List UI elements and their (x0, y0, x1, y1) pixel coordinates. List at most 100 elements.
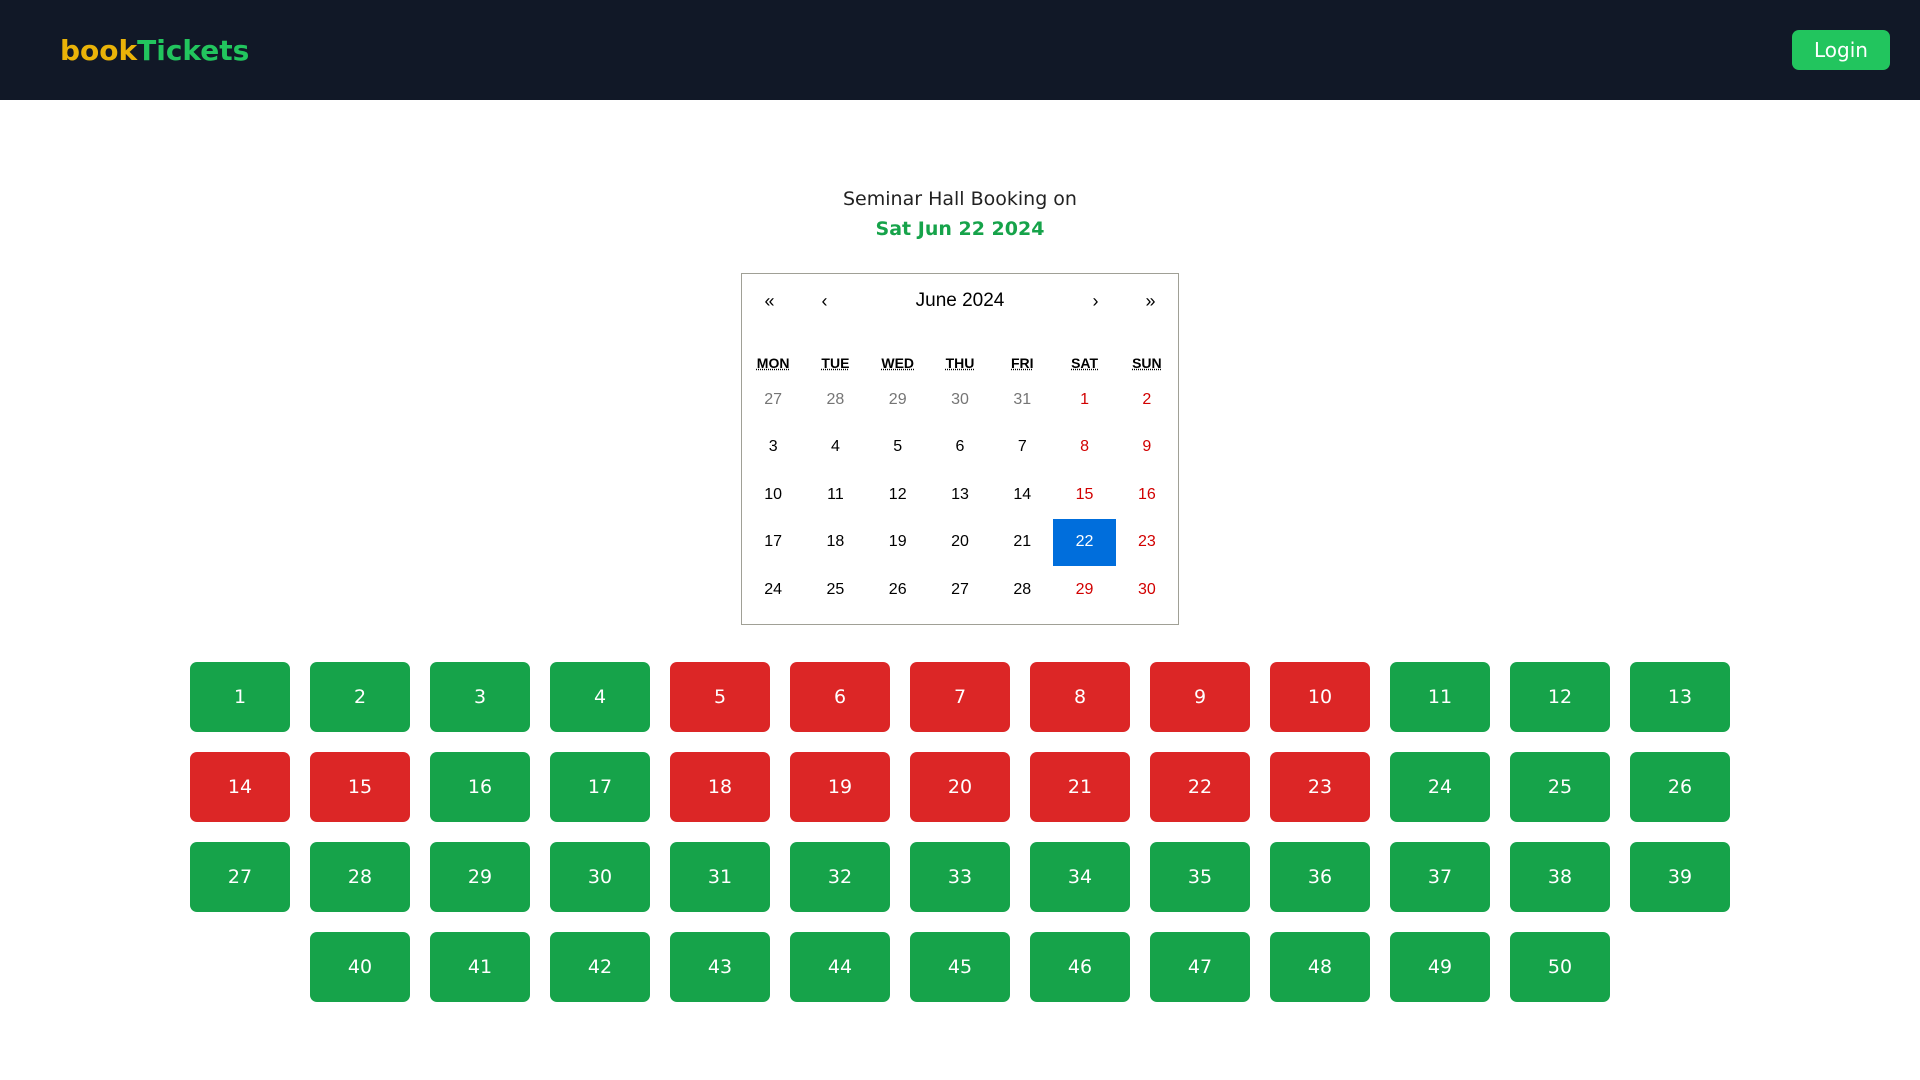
seat-button-booked[interactable]: 23 (1270, 752, 1370, 822)
calendar-day[interactable]: 30 (929, 376, 991, 424)
calendar-day[interactable]: 31 (991, 376, 1053, 424)
seat-button-available[interactable]: 41 (430, 932, 530, 1002)
seat-button-available[interactable]: 27 (190, 842, 290, 912)
weekday-label: MON (756, 355, 790, 371)
calendar-month-label[interactable]: June 2024 (852, 290, 1068, 312)
seat-button-available[interactable]: 17 (550, 752, 650, 822)
seat-button-available[interactable]: 2 (310, 662, 410, 732)
calendar-day[interactable]: 23 (1116, 519, 1178, 567)
seat-button-available[interactable]: 42 (550, 932, 650, 1002)
seat-button-booked[interactable]: 18 (670, 752, 770, 822)
calendar-day[interactable]: 29 (1053, 566, 1115, 614)
seat-button-available[interactable]: 4 (550, 662, 650, 732)
seat-button-available[interactable]: 1 (190, 662, 290, 732)
seat-button-available[interactable]: 26 (1630, 752, 1730, 822)
weekday-label: SAT (1071, 355, 1099, 371)
calendar-day[interactable]: 5 (867, 424, 929, 472)
seat-button-available[interactable]: 28 (310, 842, 410, 912)
seat-button-available[interactable]: 38 (1510, 842, 1610, 912)
seat-button-available[interactable]: 29 (430, 842, 530, 912)
seat-button-available[interactable]: 46 (1030, 932, 1130, 1002)
calendar-day[interactable]: 7 (991, 424, 1053, 472)
seat-button-booked[interactable]: 14 (190, 752, 290, 822)
calendar-day[interactable]: 20 (929, 519, 991, 567)
seat-button-available[interactable]: 48 (1270, 932, 1370, 1002)
booking-heading: Seminar Hall Booking on Sat Jun 22 2024 (0, 184, 1920, 244)
calendar-day[interactable]: 15 (1053, 471, 1115, 519)
seat-button-booked[interactable]: 20 (910, 752, 1010, 822)
seat-button-booked[interactable]: 15 (310, 752, 410, 822)
seat-button-available[interactable]: 34 (1030, 842, 1130, 912)
seat-button-available[interactable]: 36 (1270, 842, 1370, 912)
seat-button-booked[interactable]: 21 (1030, 752, 1130, 822)
seat-button-available[interactable]: 47 (1150, 932, 1250, 1002)
seat-button-available[interactable]: 50 (1510, 932, 1610, 1002)
prev-month-button[interactable]: ‹ (797, 291, 852, 312)
navbar: bookTickets Login (0, 0, 1920, 100)
login-button[interactable]: Login (1792, 30, 1890, 70)
seat-button-booked[interactable]: 9 (1150, 662, 1250, 732)
calendar-day-selected[interactable]: 22 (1053, 518, 1116, 566)
seat-button-available[interactable]: 12 (1510, 662, 1610, 732)
seat-button-available[interactable]: 24 (1390, 752, 1490, 822)
weekday-label: TUE (821, 355, 850, 371)
calendar-day[interactable]: 9 (1116, 424, 1178, 472)
seat-button-available[interactable]: 32 (790, 842, 890, 912)
seat-button-available[interactable]: 40 (310, 932, 410, 1002)
calendar-day[interactable]: 13 (929, 471, 991, 519)
seat-button-available[interactable]: 49 (1390, 932, 1490, 1002)
next-year-button[interactable]: » (1123, 291, 1178, 312)
brand-part-tickets: Tickets (137, 33, 250, 67)
calendar-day[interactable]: 24 (742, 566, 804, 614)
seat-button-available[interactable]: 43 (670, 932, 770, 1002)
calendar-day[interactable]: 18 (804, 519, 866, 567)
seat-row: 27 28 29 30 31 32 33 34 35 36 37 38 39 (190, 842, 1730, 912)
calendar-day[interactable]: 27 (742, 376, 804, 424)
calendar-day[interactable]: 1 (1053, 376, 1115, 424)
seat-button-available[interactable]: 16 (430, 752, 530, 822)
weekday-label: WED (881, 355, 915, 371)
seat-button-available[interactable]: 39 (1630, 842, 1730, 912)
calendar-day[interactable]: 2 (1116, 376, 1178, 424)
calendar-day[interactable]: 29 (867, 376, 929, 424)
seat-button-available[interactable]: 31 (670, 842, 770, 912)
calendar-day[interactable]: 10 (742, 471, 804, 519)
calendar-day[interactable]: 14 (991, 471, 1053, 519)
calendar-day[interactable]: 4 (804, 424, 866, 472)
brand-logo[interactable]: bookTickets (60, 34, 249, 67)
seat-button-booked[interactable]: 7 (910, 662, 1010, 732)
seat-button-available[interactable]: 33 (910, 842, 1010, 912)
seat-button-booked[interactable]: 5 (670, 662, 770, 732)
seat-button-booked[interactable]: 22 (1150, 752, 1250, 822)
calendar-day[interactable]: 27 (929, 566, 991, 614)
seat-button-available[interactable]: 3 (430, 662, 530, 732)
calendar-day[interactable]: 6 (929, 424, 991, 472)
seat-button-available[interactable]: 11 (1390, 662, 1490, 732)
seat-button-available[interactable]: 13 (1630, 662, 1730, 732)
seat-button-available[interactable]: 35 (1150, 842, 1250, 912)
calendar-day[interactable]: 26 (867, 566, 929, 614)
calendar-day[interactable]: 16 (1116, 471, 1178, 519)
seat-button-available[interactable]: 37 (1390, 842, 1490, 912)
calendar-day[interactable]: 25 (804, 566, 866, 614)
calendar-day[interactable]: 8 (1053, 424, 1115, 472)
seat-button-booked[interactable]: 6 (790, 662, 890, 732)
calendar-day[interactable]: 19 (867, 519, 929, 567)
seat-button-booked[interactable]: 10 (1270, 662, 1370, 732)
calendar-day[interactable]: 12 (867, 471, 929, 519)
calendar-day[interactable]: 21 (991, 519, 1053, 567)
calendar-day[interactable]: 28 (804, 376, 866, 424)
seat-button-available[interactable]: 25 (1510, 752, 1610, 822)
calendar-day[interactable]: 11 (804, 471, 866, 519)
seat-button-booked[interactable]: 8 (1030, 662, 1130, 732)
next-month-button[interactable]: › (1068, 291, 1123, 312)
seat-button-available[interactable]: 44 (790, 932, 890, 1002)
calendar-day[interactable]: 3 (742, 424, 804, 472)
seat-button-booked[interactable]: 19 (790, 752, 890, 822)
prev-year-button[interactable]: « (742, 291, 797, 312)
calendar-day[interactable]: 17 (742, 519, 804, 567)
seat-button-available[interactable]: 30 (550, 842, 650, 912)
seat-button-available[interactable]: 45 (910, 932, 1010, 1002)
calendar-day[interactable]: 28 (991, 566, 1053, 614)
calendar-day[interactable]: 30 (1116, 566, 1178, 614)
